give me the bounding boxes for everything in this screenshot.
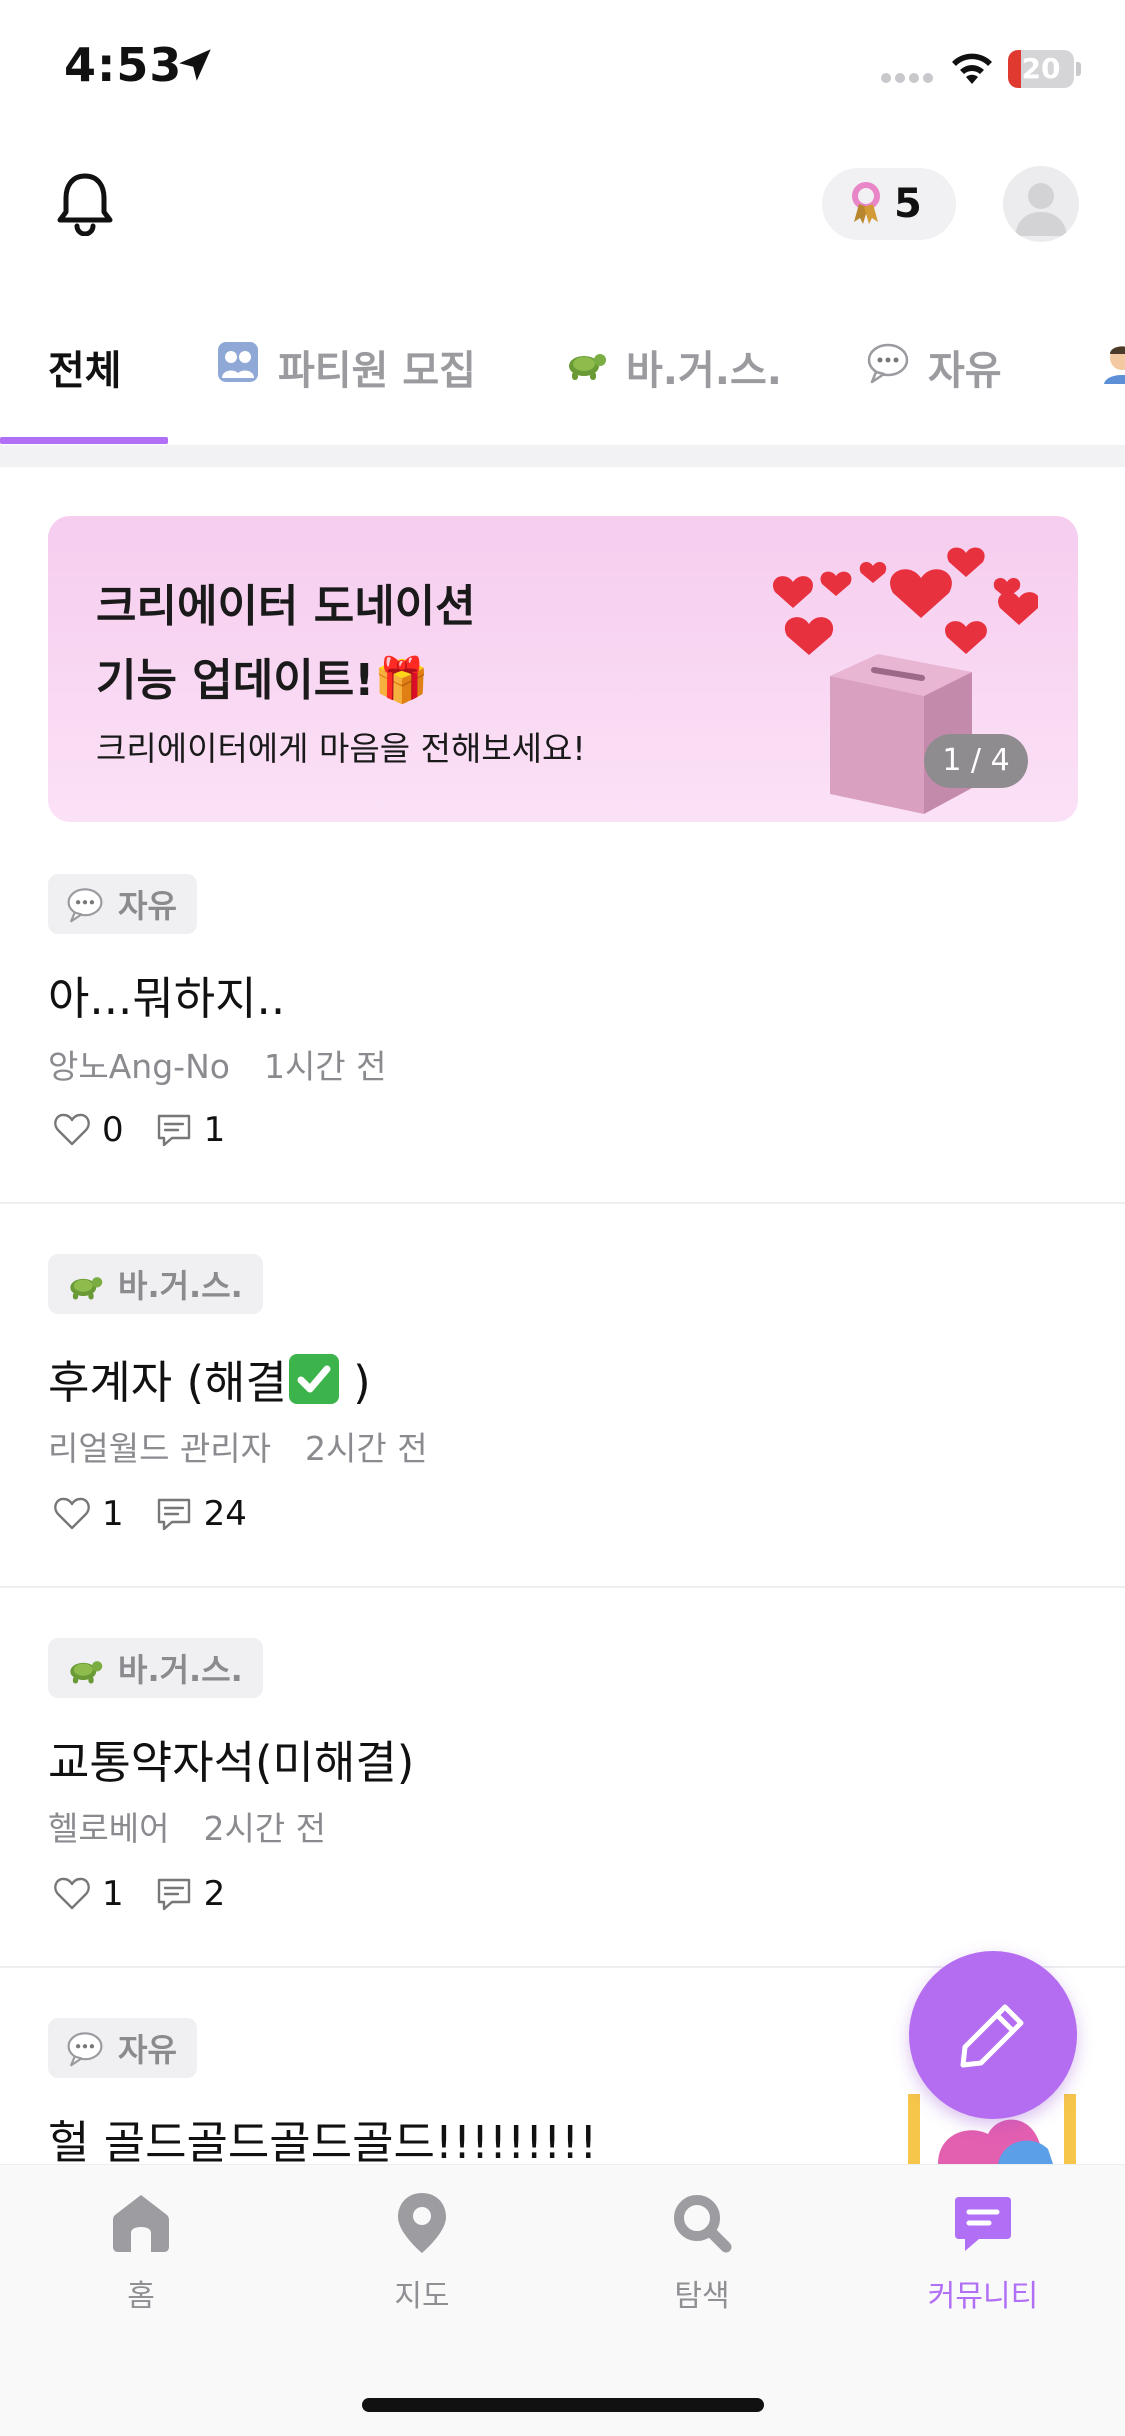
people-emoji-icon [218, 342, 258, 382]
post-category-tag: 자유 [48, 2018, 197, 2078]
tab-active-indicator [0, 437, 168, 444]
tab-party-recruit[interactable]: 파티원 모집 [216, 330, 476, 445]
post-title: 아...뭐하지.. [48, 972, 286, 1025]
wifi-icon [952, 53, 992, 84]
check-mark-emoji-icon [288, 1354, 339, 1404]
banner-title-line2: 기능 업데이트!🎁 [96, 655, 430, 706]
location-arrow-icon [179, 49, 211, 81]
tab-label: 바.거.스. [626, 348, 782, 394]
comment-icon[interactable] [154, 1494, 194, 1534]
post-meta: 앙노Ang-No 1시간 전 [48, 1040, 387, 1088]
map-pin-icon [398, 2193, 446, 2253]
post-author: 앙노Ang-No [48, 1047, 230, 1086]
search-icon [674, 2195, 732, 2253]
post-stats: 1 2 [52, 1872, 255, 1916]
post-meta: 리얼월드 관리자 2시간 전 [48, 1422, 428, 1470]
battery-level: 20 [1021, 52, 1061, 85]
heart-icon[interactable] [52, 1874, 92, 1914]
post-title: 후계자 (해결 ) [48, 1346, 371, 1411]
heart-icon[interactable] [52, 1494, 92, 1534]
speech-bubble-emoji-icon [67, 888, 103, 923]
post-title-text-end: ) [338, 1356, 371, 1409]
comment-count: 2 [203, 1874, 226, 1914]
community-icon [955, 2197, 1011, 2251]
nav-label: 홈 [127, 2279, 155, 2314]
tag-label: 바.거.스. [118, 1651, 243, 1689]
like-count: 1 [102, 1874, 124, 1914]
post-title: 헐 골드골드골드골드!!!!!!!!! [48, 2116, 598, 2169]
home-indicator[interactable] [362, 2398, 764, 2412]
post-meta: 헬로베어 2시간 전 [48, 1802, 326, 1850]
comment-icon[interactable] [154, 1110, 194, 1150]
banner-page-counter: 1 / 4 [924, 734, 1028, 788]
tab-person[interactable] [1100, 330, 1125, 445]
post-author: 리얼월드 관리자 [48, 1429, 272, 1468]
bottom-tab-bar: 홈 지도 탐색 커뮤니티 [0, 2164, 1125, 2436]
nav-label: 탐색 [674, 2279, 730, 2314]
speech-bubble-emoji-icon [867, 343, 909, 384]
battery-icon: 20 [1008, 50, 1081, 88]
points-value: 5 [894, 181, 922, 227]
turtle-emoji-icon [569, 354, 606, 380]
avatar[interactable] [1003, 166, 1079, 242]
tab-free[interactable]: 자유 [866, 330, 1002, 445]
post-time: 1시간 전 [263, 1047, 387, 1086]
post-category-tag: 자유 [48, 874, 197, 934]
avatar-placeholder-icon [1015, 183, 1067, 236]
nav-label: 지도 [394, 2279, 450, 2314]
nav-search[interactable]: 탐색 [612, 2191, 792, 2315]
nav-label: 커뮤니티 [927, 2279, 1039, 2314]
pencil-icon [960, 2004, 1024, 2068]
status-time: 4:53 [64, 38, 183, 92]
tag-label: 자유 [118, 2031, 177, 2069]
write-post-button[interactable] [909, 1951, 1077, 2119]
post-stats: 1 24 [52, 1492, 277, 1536]
post-time: 2시간 전 [305, 1429, 428, 1468]
comment-icon[interactable] [154, 1874, 194, 1914]
post-stats: 0 1 [52, 1108, 255, 1152]
post-category-tag: 바.거.스. [48, 1254, 263, 1314]
post-divider [0, 1586, 1125, 1588]
ribbon-icon [852, 182, 880, 224]
banner-title: 크리에이터 도네이션 기능 업데이트!🎁 [96, 570, 476, 718]
tag-label: 바.거.스. [118, 1267, 243, 1305]
heart-icon[interactable] [52, 1110, 92, 1150]
banner-subtitle: 크리에이터에게 마음을 전해보세요! [96, 729, 586, 768]
home-icon [113, 2195, 169, 2252]
post-title-text: 후계자 (해결 [48, 1356, 287, 1409]
turtle-emoji-icon [70, 1661, 103, 1684]
tabs-divider [0, 445, 1125, 467]
banner-title-line1: 크리에이터 도네이션 [96, 581, 476, 632]
nav-home[interactable]: 홈 [51, 2191, 231, 2315]
comment-count: 1 [203, 1110, 226, 1150]
promo-banner[interactable]: 크리에이터 도네이션 기능 업데이트!🎁 크리에이터에게 마음을 전해보세요! … [48, 516, 1078, 822]
like-count: 0 [102, 1110, 124, 1150]
tab-label: 자유 [928, 348, 1002, 394]
post-author: 헬로베어 [48, 1809, 170, 1848]
post-time: 2시간 전 [203, 1809, 327, 1848]
tab-bageoseu[interactable]: 바.거.스. [564, 330, 782, 445]
like-count: 1 [102, 1494, 124, 1534]
post-divider [0, 1202, 1125, 1204]
person-emoji-icon [1104, 346, 1125, 384]
tag-label: 자유 [118, 887, 177, 925]
status-bar: 4:53 20 [0, 0, 1125, 140]
tab-label: 파티원 모집 [278, 348, 476, 394]
turtle-emoji-icon [70, 1277, 103, 1300]
comment-count: 24 [203, 1494, 247, 1534]
tab-all[interactable]: 전체 [48, 330, 122, 445]
signal-icon [881, 73, 933, 83]
bell-icon[interactable] [54, 170, 116, 236]
post-category-tag: 바.거.스. [48, 1638, 263, 1698]
speech-bubble-emoji-icon [67, 2032, 103, 2067]
nav-map[interactable]: 지도 [332, 2191, 512, 2315]
post-title: 교통약자석(미해결) [48, 1736, 415, 1789]
tab-label: 전체 [48, 348, 122, 394]
category-tabs: 전체 파티원 모집 바.거.스. 자유 [0, 330, 1125, 445]
nav-community[interactable]: 커뮤니티 [893, 2191, 1073, 2315]
points-badge[interactable]: 5 [822, 168, 956, 240]
